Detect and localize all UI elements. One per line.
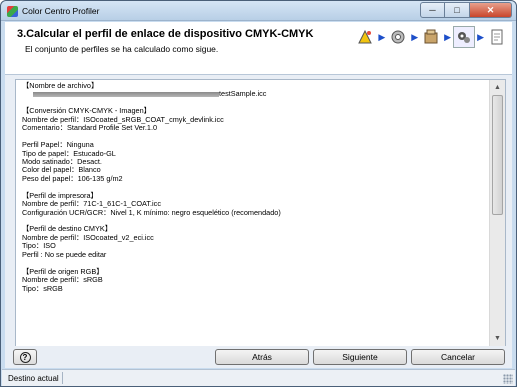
document-icon <box>486 26 508 48</box>
maximize-button[interactable]: □ <box>445 2 470 18</box>
dest-note: Perfil : No se puede editar <box>22 249 107 259</box>
window-controls: ─ □ ✕ <box>420 2 512 18</box>
dest-profile-name: Nombre de perfil：ISOcoated_v2_eci.icc <box>22 232 154 242</box>
status-divider <box>62 372 63 384</box>
wizard-header: 3.Calcular el perfil de enlace de dispos… <box>5 22 512 74</box>
rgb-type: Tipo：sRGB <box>22 283 63 293</box>
scrollbar-thumb[interactable] <box>492 95 503 215</box>
redacted-path <box>33 92 219 98</box>
app-window: Color Centro Profiler ─ □ ✕ 3.Calcular e… <box>0 0 517 387</box>
step-arrow-icon: ▶ <box>411 31 419 42</box>
rgb-profile-name: Nombre de perfil：sRGB <box>22 275 103 285</box>
vertical-scrollbar[interactable]: ▲ ▼ <box>489 80 505 346</box>
button-bar: ? Atrás Siguiente Cancelar <box>5 346 512 368</box>
close-button[interactable]: ✕ <box>470 2 512 18</box>
profile-comment: Comentario：Standard Profile Set Ver.1.0 <box>22 123 158 133</box>
wizard-icon <box>354 26 376 48</box>
scroll-up-icon[interactable]: ▲ <box>490 80 505 95</box>
cancel-button[interactable]: Cancelar <box>411 349 505 365</box>
step-arrow-icon: ▶ <box>378 31 386 42</box>
file-path-row: testSample.icc <box>22 89 488 99</box>
paper-weight: Peso del papel：106-135 g/m2 <box>22 173 123 183</box>
window-title: Color Centro Profiler <box>22 6 100 16</box>
app-icon <box>7 6 18 17</box>
print-gears-icon <box>453 26 476 48</box>
status-bar: Destino actual <box>2 369 515 386</box>
package-icon <box>420 26 442 48</box>
ucr-gcr-setting: Configuración UCR/GCR：Nivel 1, K mínimo:… <box>22 207 281 217</box>
gear-icon <box>387 26 409 48</box>
file-name: testSample.icc <box>219 89 267 99</box>
content-area: 【Nombre de archivo】 testSample.icc 【Conv… <box>5 74 512 347</box>
title-bar[interactable]: Color Centro Profiler ─ □ ✕ <box>1 1 516 21</box>
resize-grip-icon[interactable] <box>503 374 513 384</box>
help-button[interactable]: ? <box>13 349 37 365</box>
profile-summary-textbox[interactable]: 【Nombre de archivo】 testSample.icc 【Conv… <box>15 79 506 347</box>
scroll-down-icon[interactable]: ▼ <box>490 331 505 346</box>
status-label: Destino actual <box>8 374 59 383</box>
wizard-steps: ▶ ▶ ▶ ▶ <box>354 26 508 48</box>
back-button[interactable]: Atrás <box>215 349 309 365</box>
help-icon: ? <box>19 351 31 363</box>
page-title: 3.Calcular el perfil de enlace de dispos… <box>17 28 314 40</box>
step-arrow-icon: ▶ <box>444 31 452 42</box>
next-button[interactable]: Siguiente <box>313 349 407 365</box>
page-subtitle: El conjunto de perfiles se ha calculado … <box>25 44 219 54</box>
step-arrow-icon: ▶ <box>477 31 484 42</box>
minimize-button[interactable]: ─ <box>420 2 445 18</box>
